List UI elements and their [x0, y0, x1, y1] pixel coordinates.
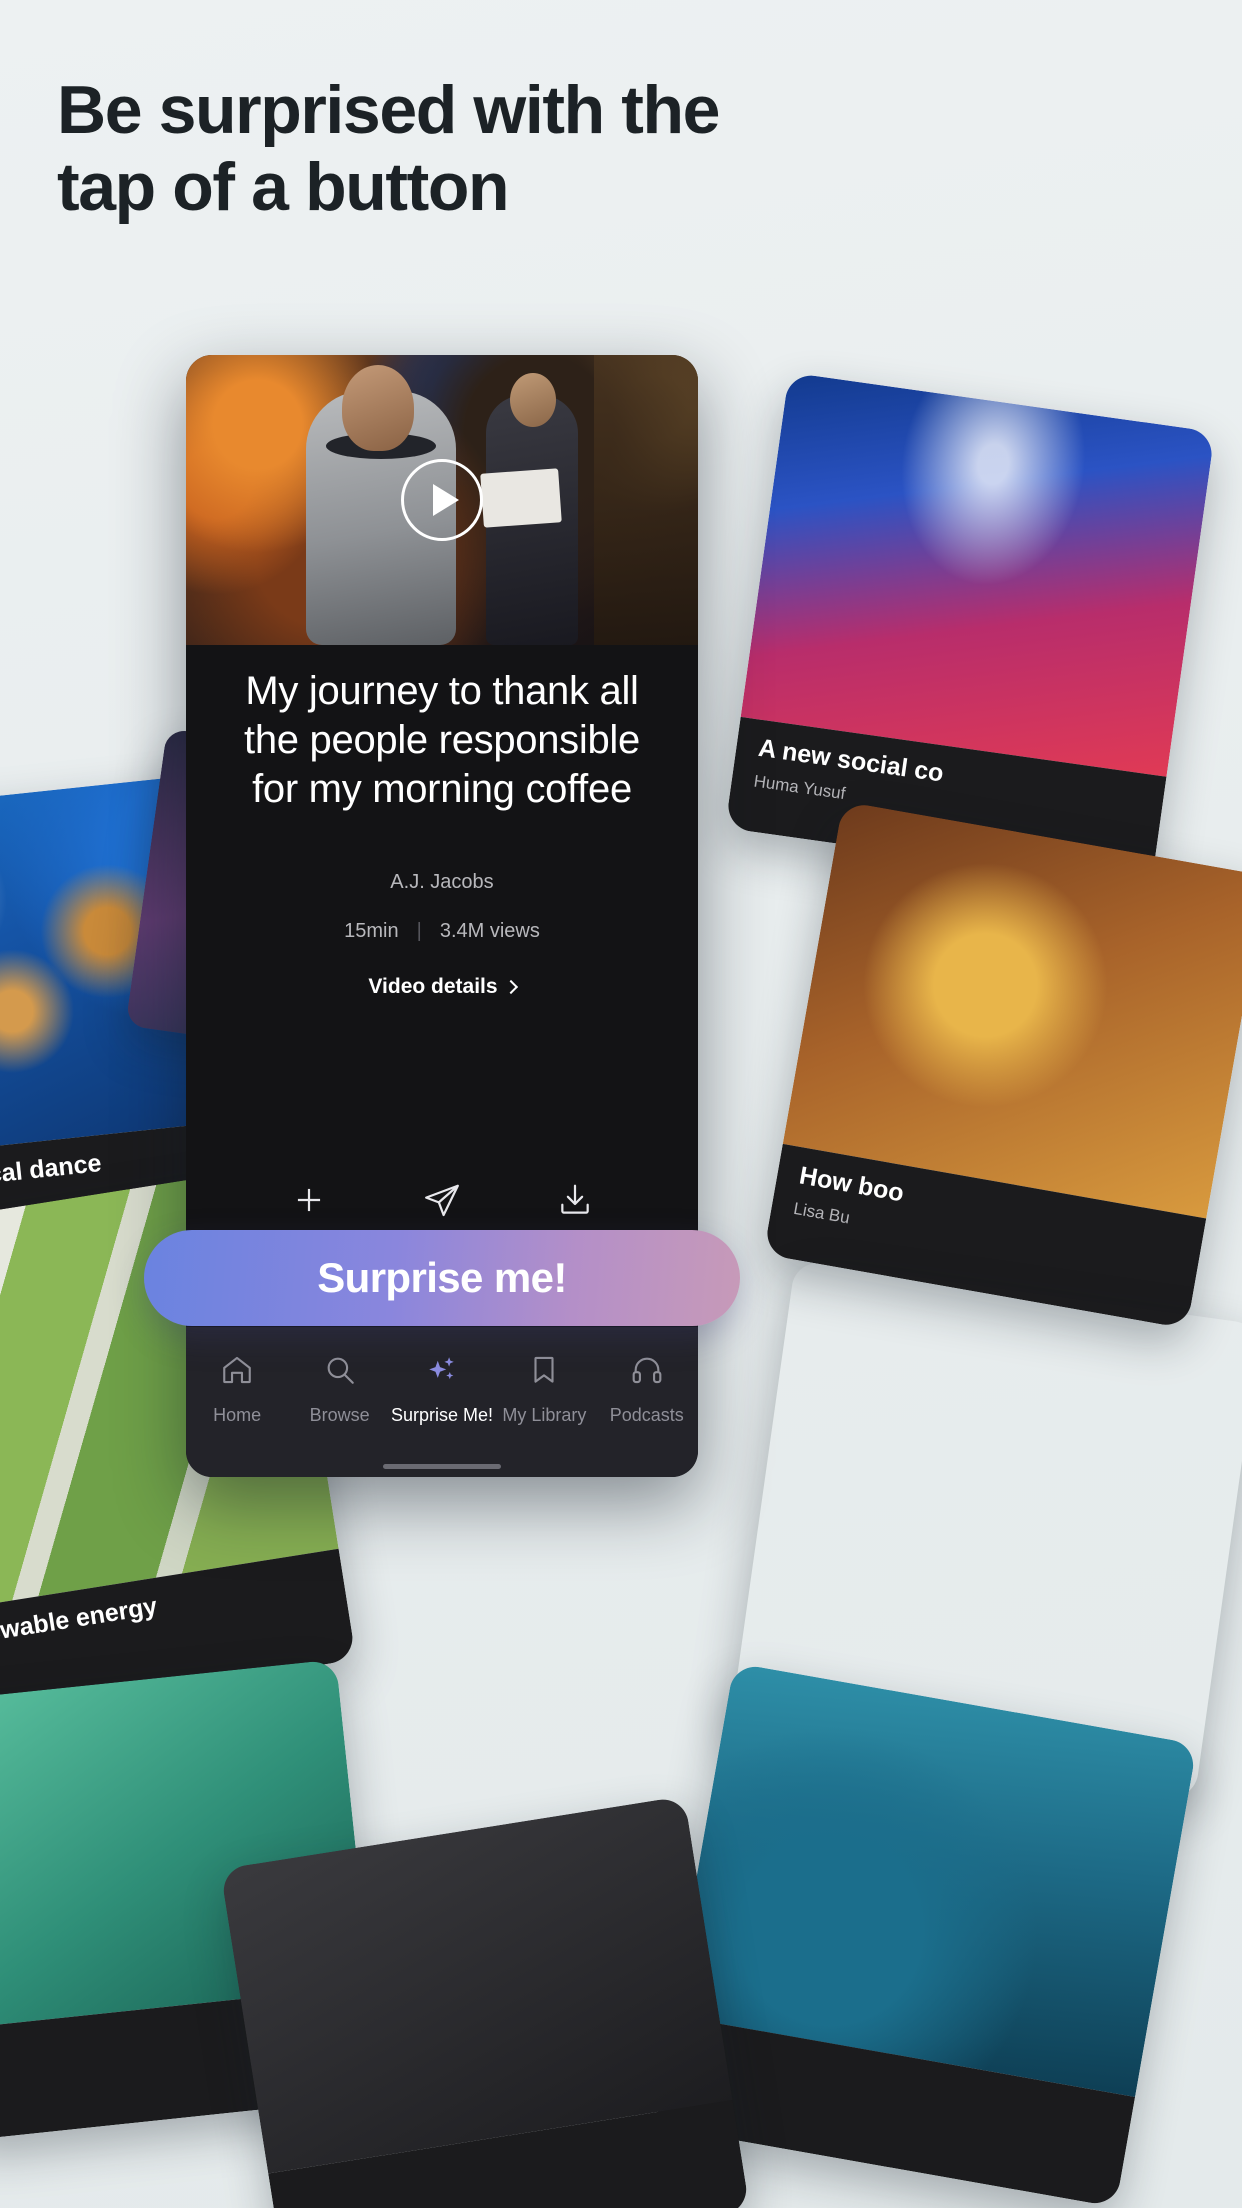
home-icon [220, 1353, 254, 1392]
background-card-books[interactable]: How boo Lisa Bu [763, 801, 1242, 1329]
bookmark-icon [527, 1353, 561, 1392]
home-indicator [383, 1464, 501, 1469]
video-details-label: Video details [368, 975, 498, 999]
chevron-right-icon [503, 980, 518, 995]
headphones-icon [630, 1353, 664, 1392]
play-icon[interactable] [401, 459, 483, 541]
add-icon[interactable] [290, 1181, 328, 1219]
video-details-link[interactable]: Video details [186, 975, 698, 999]
nav-label: Home [213, 1405, 262, 1425]
video-views: 3.4M views [439, 920, 540, 943]
play-triangle [432, 484, 459, 516]
video-thumbnail[interactable] [186, 355, 698, 645]
sparkles-icon [425, 1353, 459, 1392]
speaker-head [342, 365, 414, 451]
download-icon[interactable] [556, 1181, 594, 1219]
nav-label: Podcasts [609, 1405, 684, 1425]
video-duration: 15min [344, 920, 399, 943]
screenshot-root: Be surprised with the tap of a button A … [0, 0, 1242, 2208]
nav-item-home[interactable]: Home [187, 1353, 287, 1426]
video-title: My journey to thank all the people respo… [244, 669, 640, 811]
background-card-speaker[interactable] [220, 1795, 750, 2208]
action-row [186, 1165, 698, 1235]
video-stats: 15min | 3.4M views [186, 920, 698, 943]
nav-item-surprise-me[interactable]: Surprise Me! [390, 1353, 493, 1426]
bottom-navigation: Home Browse Surprise Me! My Library Podc… [186, 1327, 698, 1477]
nav-item-my-library[interactable]: My Library [494, 1353, 594, 1426]
video-author: A.J. Jacobs [390, 871, 494, 894]
page-title: Be surprised with the tap of a button [57, 72, 720, 225]
nav-item-browse[interactable]: Browse [290, 1353, 390, 1426]
background-card-social[interactable]: A new social co Huma Yusuf [725, 372, 1215, 888]
surprise-me-button[interactable]: Surprise me! [144, 1230, 740, 1326]
share-icon[interactable] [423, 1181, 461, 1219]
nav-label: My Library [502, 1405, 587, 1425]
card-thumbnail [740, 372, 1215, 777]
nav-item-podcasts[interactable]: Podcasts [597, 1353, 697, 1426]
background-shelf [594, 355, 698, 645]
held-paper [480, 468, 562, 528]
nav-label: Browse [309, 1405, 370, 1425]
surprise-me-label: Surprise me! [317, 1254, 567, 1301]
search-icon [323, 1353, 357, 1392]
stats-separator: | [416, 920, 422, 943]
nav-label: Surprise Me! [390, 1405, 493, 1425]
